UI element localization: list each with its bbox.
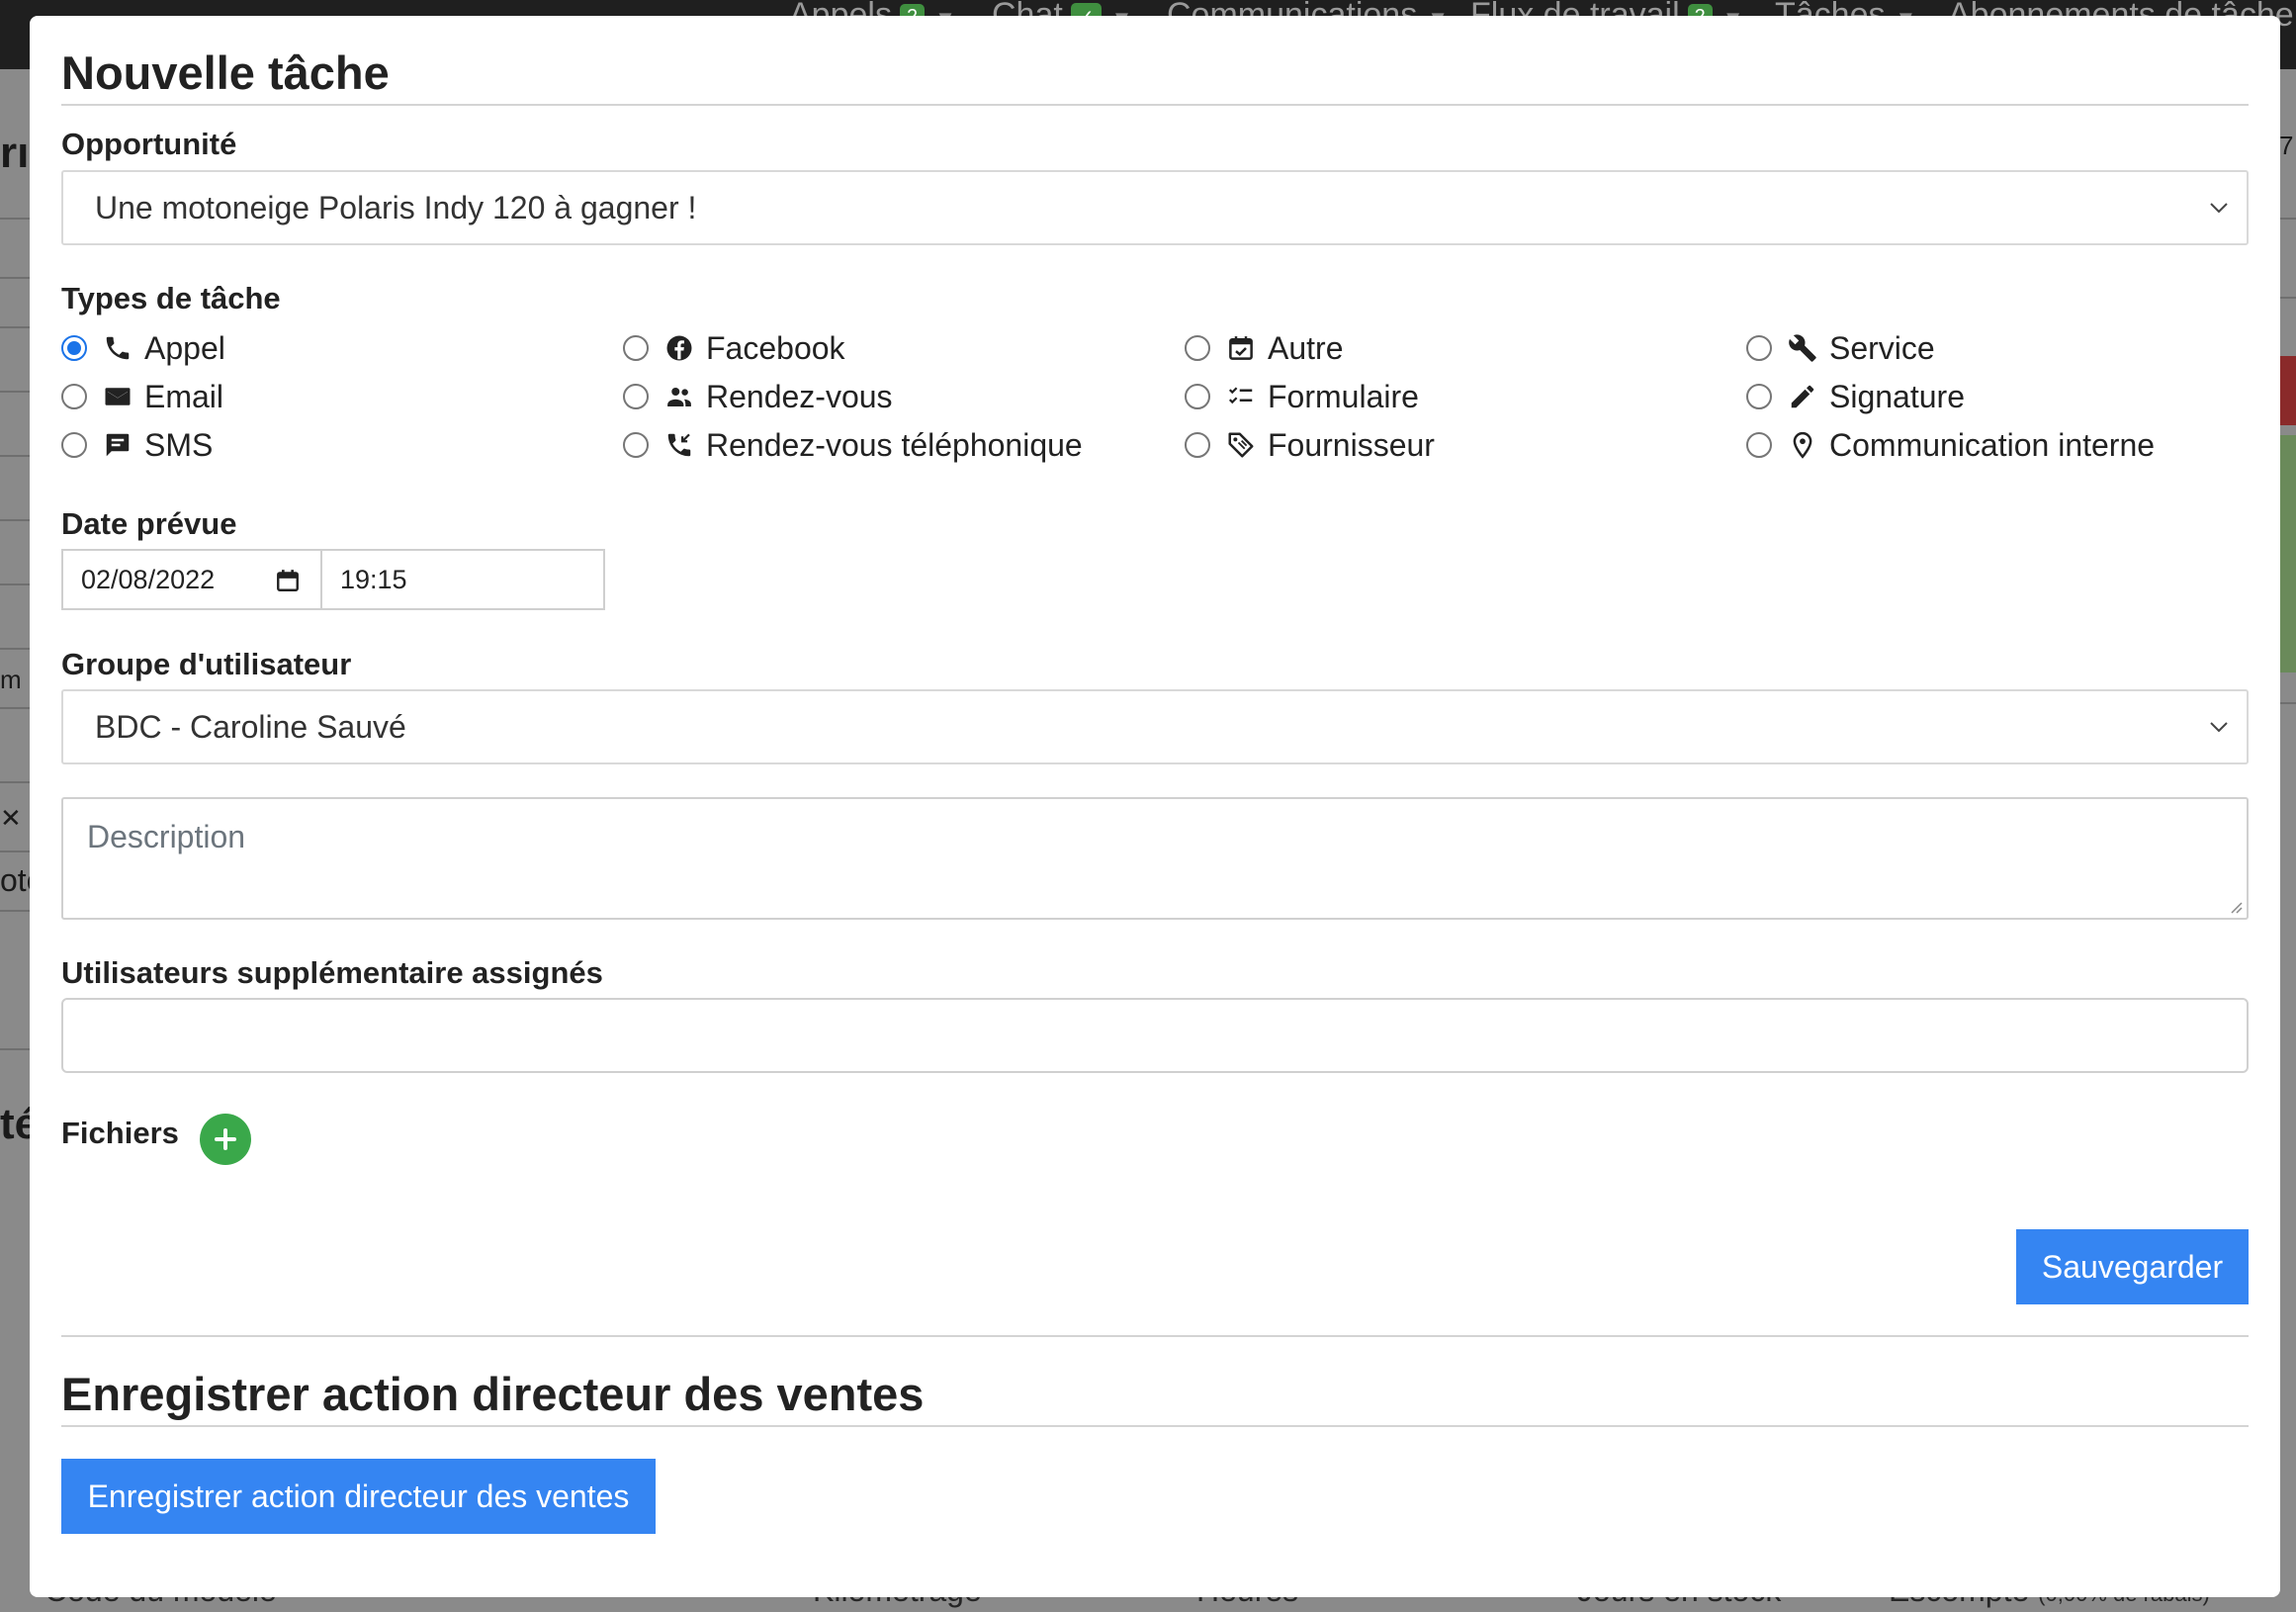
time-value: 19:15	[340, 564, 407, 594]
radio-button[interactable]	[623, 432, 649, 458]
bg-fragment: m	[0, 665, 22, 694]
radio-button[interactable]	[623, 384, 649, 409]
section-divider	[61, 1335, 2249, 1337]
task-type-label: Rendez-vous téléphonique	[706, 426, 1083, 463]
task-type-facebook[interactable]: Facebook	[623, 328, 845, 368]
radio-button[interactable]	[61, 432, 87, 458]
calendar-icon[interactable]	[275, 568, 301, 593]
envelope-icon	[105, 388, 131, 405]
opportunity-label: Opportunité	[61, 127, 237, 161]
radio-button[interactable]	[1746, 335, 1772, 361]
task-type-email[interactable]: Email	[61, 377, 223, 416]
divider	[0, 707, 30, 709]
radio-button[interactable]	[1746, 432, 1772, 458]
task-types-label: Types de tâche	[61, 281, 281, 315]
radio-button[interactable]	[1185, 384, 1210, 409]
task-type-fournisseur[interactable]: Fournisseur	[1185, 425, 1435, 465]
people-icon	[667, 388, 691, 406]
user-group-value: BDC - Caroline Sauvé	[95, 708, 406, 745]
additional-users-input[interactable]	[61, 998, 2249, 1073]
divider	[0, 277, 30, 279]
title-divider	[61, 104, 2249, 106]
description-textarea[interactable]: Description	[61, 797, 2249, 920]
background-red-block	[2278, 356, 2296, 425]
description-placeholder: Description	[87, 819, 246, 854]
task-type-signature[interactable]: Signature	[1746, 377, 1965, 416]
sales-director-action-button[interactable]: Enregistrer action directeur des ventes	[61, 1459, 656, 1534]
divider	[0, 455, 30, 457]
task-type-service[interactable]: Service	[1746, 328, 1935, 368]
tag-icon	[1228, 432, 1254, 458]
divider	[0, 910, 30, 912]
task-type-label: Facebook	[706, 329, 845, 366]
task-type-label: Signature	[1829, 378, 1965, 414]
task-type-label: Email	[144, 378, 224, 414]
task-type-rendez-vous[interactable]: Rendez-vous	[623, 377, 893, 416]
task-type-communication-interne[interactable]: Communication interne	[1746, 425, 2155, 465]
radio-button[interactable]	[61, 384, 87, 409]
chevron-down-icon	[2210, 722, 2228, 733]
time-input[interactable]: 19:15	[322, 549, 605, 610]
divider	[0, 1048, 30, 1050]
task-type-rendez-vous-telephonique[interactable]: Rendez-vous téléphonique	[623, 425, 1083, 465]
task-type-label: Service	[1829, 329, 1935, 366]
modal-title: Nouvelle tâche	[61, 46, 390, 99]
facebook-icon	[666, 335, 692, 361]
divider	[0, 326, 30, 328]
date-input[interactable]: 02/08/2022	[61, 549, 322, 610]
radio-button[interactable]	[1185, 335, 1210, 361]
divider	[0, 519, 30, 521]
task-type-label: SMS	[144, 426, 214, 463]
scheduled-date-label: Date prévue	[61, 506, 237, 541]
user-group-select[interactable]: BDC - Caroline Sauvé	[61, 689, 2249, 764]
user-group-label: Groupe d'utilisateur	[61, 647, 352, 681]
message-icon	[106, 433, 130, 457]
divider	[0, 583, 30, 585]
task-type-label: Fournisseur	[1268, 426, 1435, 463]
plus-icon	[215, 1128, 236, 1150]
new-task-modal: Nouvelle tâche Opportunité Une motoneige…	[30, 16, 2280, 1597]
radio-button[interactable]	[1185, 432, 1210, 458]
add-file-button[interactable]	[200, 1114, 251, 1165]
calendar-check-icon	[1229, 336, 1253, 360]
checklist-icon	[1228, 387, 1253, 404]
section-title-divider	[61, 1425, 2249, 1427]
radio-button[interactable]	[623, 335, 649, 361]
save-button[interactable]: Sauvegarder	[2016, 1229, 2249, 1304]
pencil-icon	[1791, 385, 1814, 408]
phone-callback-icon	[667, 433, 691, 457]
opportunity-value: Une motoneige Polaris Indy 120 à gagner …	[95, 189, 697, 225]
divider	[0, 781, 30, 783]
wrench-icon	[1789, 334, 1816, 362]
additional-users-label: Utilisateurs supplémentaire assignés	[61, 955, 603, 990]
radio-button[interactable]	[61, 335, 87, 361]
phone-icon	[106, 336, 130, 360]
bg-fragment: rı	[0, 129, 30, 177]
chevron-down-icon	[2210, 203, 2228, 214]
task-type-autre[interactable]: Autre	[1185, 328, 1343, 368]
divider	[0, 648, 30, 650]
task-type-label: Rendez-vous	[706, 378, 893, 414]
task-type-label: Appel	[144, 329, 225, 366]
task-type-label: Communication interne	[1829, 426, 2156, 463]
resize-grip-icon[interactable]	[2227, 898, 2243, 914]
task-type-appel[interactable]: Appel	[61, 328, 225, 368]
divider	[0, 851, 30, 852]
background-green-block	[2278, 435, 2296, 672]
files-label: Fichiers	[61, 1116, 179, 1150]
task-type-label: Autre	[1268, 329, 1344, 366]
divider	[0, 391, 30, 393]
opportunity-select[interactable]: Une motoneige Polaris Indy 120 à gagner …	[61, 170, 2249, 245]
sales-director-title: Enregistrer action directeur des ventes	[61, 1368, 925, 1420]
divider	[0, 218, 30, 220]
bg-fragment: 7	[2279, 131, 2294, 160]
map-pin-icon	[1793, 431, 1812, 459]
radio-button[interactable]	[1746, 384, 1772, 409]
task-type-formulaire[interactable]: Formulaire	[1185, 377, 1419, 416]
date-value: 02/08/2022	[81, 564, 216, 594]
task-type-label: Formulaire	[1268, 378, 1419, 414]
task-type-sms[interactable]: SMS	[61, 425, 213, 465]
